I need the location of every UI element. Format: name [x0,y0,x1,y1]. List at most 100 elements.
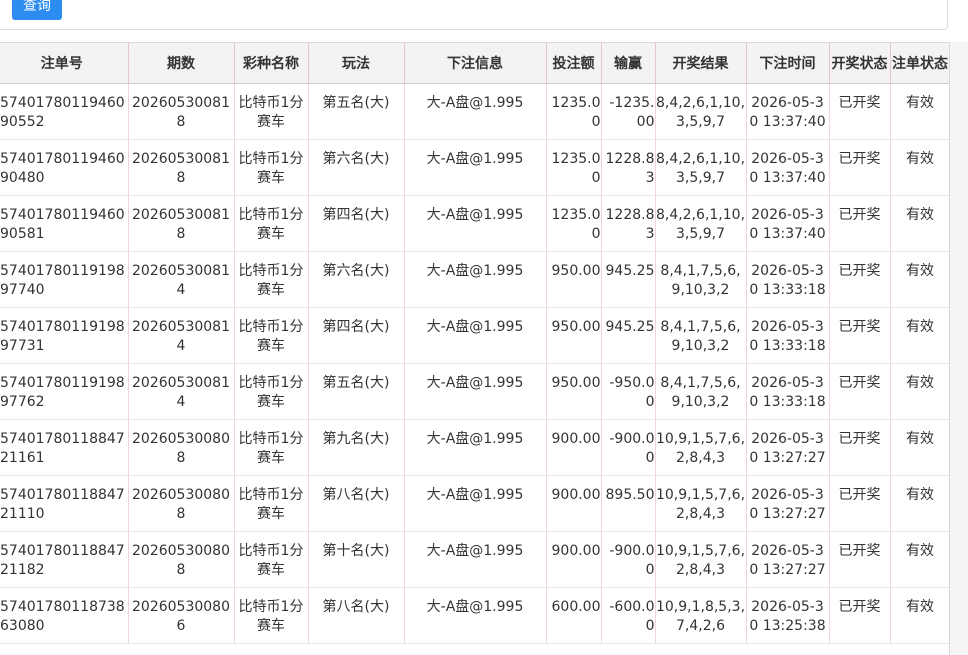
header-period[interactable]: 期数 [128,43,235,84]
period-cell: 202605300806 [128,587,235,644]
win-loss-cell: 945.25 [601,307,656,364]
header-bet-amount[interactable]: 投注额 [546,43,602,84]
header-draw-status[interactable]: 开奖状态 [829,43,891,84]
order-no-cell: 5740178011884721161 [0,419,129,476]
bet-records-table-container: 注单号 期数 彩种名称 玩法 下注信息 投注额 输赢 开奖结果 下注时间 开奖状… [0,42,950,655]
bet-amount-cell: 950.00 [546,363,602,420]
bet-info-cell: 大-A盘@1.995 [404,531,547,588]
bet-info-cell: 大-A盘@1.995 [404,307,547,364]
draw-status-cell: 已开奖 [829,531,891,588]
lottery-name-cell: 比特币1分赛车 [234,419,309,476]
win-loss-cell: -900.00 [601,419,656,476]
table-row[interactable]: 5740178011873863080 202605300806 比特币1分赛车 第八… [0,587,949,644]
period-cell: 202605300818 [128,83,235,140]
period-cell: 202605300808 [128,531,235,588]
draw-result-cell: 10,9,1,5,7,6,2,8,4,3 [655,419,747,476]
play-type-cell: 第八名(大) [308,587,405,644]
bet-info-cell: 大-A盘@1.995 [404,195,547,252]
order-status-cell: 有效 [890,531,949,588]
lottery-name-cell: 比特币1分赛车 [234,139,309,196]
period-cell: 202605300818 [128,195,235,252]
table-row[interactable]: 5740178011919897762 202605300814 比特币1分赛车 第五… [0,363,949,420]
play-type-cell: 第五名(大) [308,363,405,420]
play-type-cell: 第九名(大) [308,419,405,476]
order-status-cell: 有效 [890,307,949,364]
win-loss-cell: -950.00 [601,363,656,420]
play-type-cell: 第四名(大) [308,195,405,252]
table-row[interactable]: 5740178011884721110 202605300808 比特币1分赛车 第八… [0,475,949,532]
table-row[interactable]: 5740178011946090480 202605300818 比特币1分赛车 第六… [0,139,949,196]
query-button[interactable]: 查询 [12,0,62,20]
win-loss-cell: -900.00 [601,531,656,588]
bet-amount-cell: 950.00 [546,251,602,308]
bet-info-cell: 大-A盘@1.995 [404,83,547,140]
bet-info-cell: 大-A盘@1.995 [404,251,547,308]
draw-status-cell: 已开奖 [829,83,891,140]
draw-status-cell: 已开奖 [829,419,891,476]
order-no-cell: 5740178011884721110 [0,475,129,532]
period-cell: 202605300818 [128,139,235,196]
draw-status-cell: 已开奖 [829,195,891,252]
order-no-cell: 5740178011919897762 [0,363,129,420]
header-bet-info[interactable]: 下注信息 [404,43,547,84]
draw-status-cell: 已开奖 [829,363,891,420]
order-status-cell: 有效 [890,363,949,420]
bet-time-cell: 2026-05-30 13:33:18 [746,251,830,308]
bet-amount-cell: 900.00 [546,531,602,588]
play-type-cell: 第六名(大) [308,139,405,196]
bet-time-cell: 2026-05-30 13:27:27 [746,531,830,588]
play-type-cell: 第四名(大) [308,307,405,364]
draw-result-cell: 10,9,1,5,7,6,2,8,4,3 [655,531,747,588]
order-no-cell: 5740178011884721182 [0,531,129,588]
bet-info-cell: 大-A盘@1.995 [404,419,547,476]
win-loss-cell: -1235.00 [601,83,656,140]
bet-info-cell: 大-A盘@1.995 [404,139,547,196]
draw-status-cell: 已开奖 [829,139,891,196]
win-loss-cell: -600.00 [601,587,656,644]
order-status-cell: 有效 [890,251,949,308]
bet-amount-cell: 1235.00 [546,83,602,140]
order-status-cell: 有效 [890,195,949,252]
order-no-cell: 5740178011919897740 [0,251,129,308]
header-order-no[interactable]: 注单号 [0,43,129,84]
period-cell: 202605300808 [128,419,235,476]
play-type-cell: 第八名(大) [308,475,405,532]
header-order-status[interactable]: 注单状态 [890,43,949,84]
table-header-row: 注单号 期数 彩种名称 玩法 下注信息 投注额 输赢 开奖结果 下注时间 开奖状… [0,43,949,84]
header-draw-result[interactable]: 开奖结果 [655,43,747,84]
header-play-type[interactable]: 玩法 [308,43,405,84]
lottery-name-cell: 比特币1分赛车 [234,587,309,644]
order-status-cell: 有效 [890,419,949,476]
bet-time-cell: 2026-05-30 13:33:18 [746,363,830,420]
draw-status-cell: 已开奖 [829,587,891,644]
table-row[interactable]: 5740178011884721161 202605300808 比特币1分赛车 第九… [0,419,949,476]
bet-time-cell: 2026-05-30 13:37:40 [746,195,830,252]
table-row[interactable]: 5740178011946090581 202605300818 比特币1分赛车 第四… [0,195,949,252]
win-loss-cell: 945.25 [601,251,656,308]
table-row[interactable]: 5740178011946090552 202605300818 比特币1分赛车 第五… [0,83,949,140]
table-row[interactable]: 5740178011884721182 202605300808 比特币1分赛车 第十… [0,531,949,588]
order-no-cell: 5740178011946090480 [0,139,129,196]
bet-time-cell: 2026-05-30 13:37:40 [746,139,830,196]
draw-status-cell: 已开奖 [829,251,891,308]
bet-time-cell: 2026-05-30 13:25:38 [746,587,830,644]
lottery-name-cell: 比特币1分赛车 [234,195,309,252]
lottery-name-cell: 比特币1分赛车 [234,363,309,420]
lottery-name-cell: 比特币1分赛车 [234,83,309,140]
header-lottery-name[interactable]: 彩种名称 [234,43,309,84]
table-row[interactable]: 5740178011919897731 202605300814 比特币1分赛车 第四… [0,307,949,364]
play-type-cell: 第五名(大) [308,83,405,140]
bet-amount-cell: 900.00 [546,475,602,532]
draw-status-cell: 已开奖 [829,475,891,532]
order-no-cell: 5740178011946090581 [0,195,129,252]
header-win-loss[interactable]: 输赢 [601,43,656,84]
order-no-cell: 5740178011873863080 [0,587,129,644]
table-row[interactable]: 5740178011919897740 202605300814 比特币1分赛车 第六… [0,251,949,308]
period-cell: 202605300814 [128,363,235,420]
draw-result-cell: 8,4,2,6,1,10,3,5,9,7 [655,195,747,252]
header-bet-time[interactable]: 下注时间 [746,43,830,84]
win-loss-cell: 895.50 [601,475,656,532]
bet-amount-cell: 1235.00 [546,139,602,196]
vertical-scrollbar[interactable] [950,42,968,655]
play-type-cell: 第六名(大) [308,251,405,308]
